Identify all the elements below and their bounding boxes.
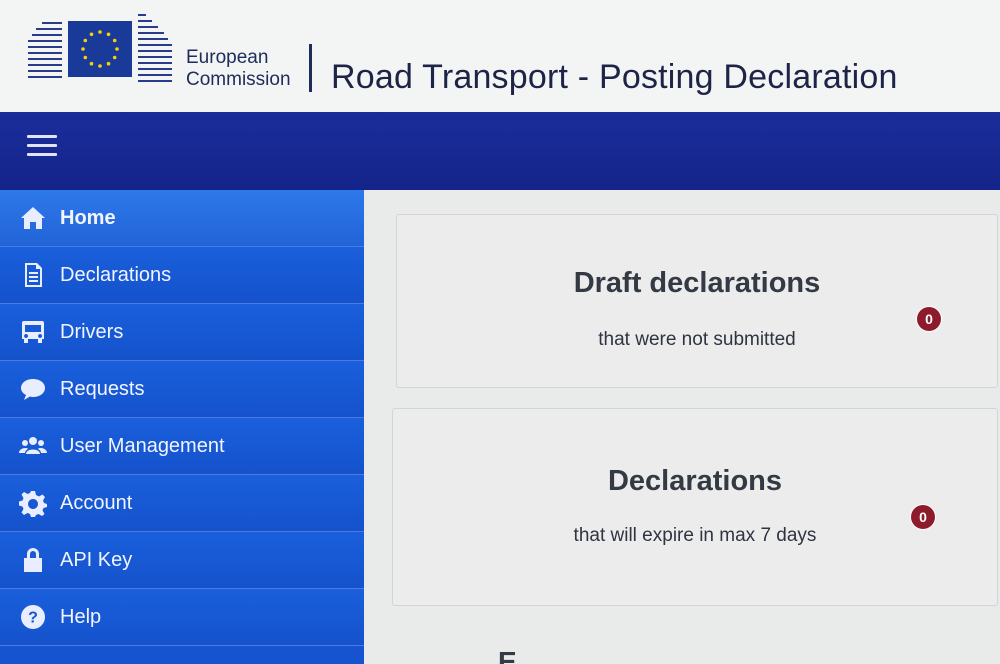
brand-line2: Commission	[186, 69, 291, 90]
sidebar-item-user-management[interactable]: User Management	[0, 418, 364, 475]
count-badge: 0	[911, 505, 935, 529]
top-navbar	[0, 112, 1000, 190]
sidebar-item-help[interactable]: ? Help	[0, 589, 364, 646]
users-icon	[18, 431, 48, 461]
brand-line1: European	[186, 47, 269, 68]
sidebar-item-declarations[interactable]: Declarations	[0, 247, 364, 304]
logo-lines	[28, 14, 62, 84]
count-badge: 0	[917, 307, 941, 331]
app-header: European Commission Road Transport - Pos…	[0, 0, 1000, 112]
sidebar-item-account[interactable]: Account	[0, 475, 364, 532]
sidebar-item-label: User Management	[60, 434, 225, 457]
expiring-declarations-card[interactable]: Declarations that will expire in max 7 d…	[392, 408, 998, 606]
sidebar-item-label: Requests	[60, 377, 145, 400]
sidebar-item-label: Drivers	[60, 320, 124, 343]
card-title: Draft declarations	[573, 267, 821, 299]
gear-icon	[18, 488, 48, 518]
eu-flag-icon	[68, 21, 132, 77]
sidebar-item-drivers[interactable]: Drivers	[0, 304, 364, 361]
next-card-title: E	[498, 646, 517, 664]
sidebar: Home Declarations Drivers Requests User …	[0, 190, 364, 664]
sidebar-item-home[interactable]: Home	[0, 190, 364, 247]
sidebar-item-label: API Key	[60, 548, 133, 571]
card-subtitle: that will expire in max 7 days	[573, 525, 817, 546]
logo-lines-right	[138, 14, 172, 84]
sidebar-item-label: Home	[60, 206, 116, 229]
lock-icon	[18, 545, 48, 575]
card-subtitle: that were not submitted	[598, 329, 796, 350]
brand-name: European Commission	[186, 47, 291, 91]
hamburger-icon[interactable]	[27, 135, 59, 159]
speech-bubble-icon	[18, 374, 48, 404]
page-title: Road Transport - Posting Declaration	[331, 58, 898, 96]
sidebar-item-label: Declarations	[60, 263, 172, 286]
sidebar-item-requests[interactable]: Requests	[0, 361, 364, 418]
ec-logo[interactable]	[28, 14, 172, 84]
sidebar-item-label: Help	[60, 605, 102, 628]
card-title: Declarations	[607, 465, 783, 497]
bus-icon	[18, 317, 48, 347]
draft-declarations-card[interactable]: Draft declarations that were not submitt…	[396, 214, 998, 388]
svg-text:?: ?	[28, 610, 38, 627]
home-icon	[18, 203, 48, 233]
question-circle-icon: ?	[18, 602, 48, 632]
document-icon	[18, 260, 48, 290]
sidebar-item-label: Account	[60, 491, 133, 514]
sidebar-item-api-key[interactable]: API Key	[0, 532, 364, 589]
header-divider	[309, 44, 312, 92]
